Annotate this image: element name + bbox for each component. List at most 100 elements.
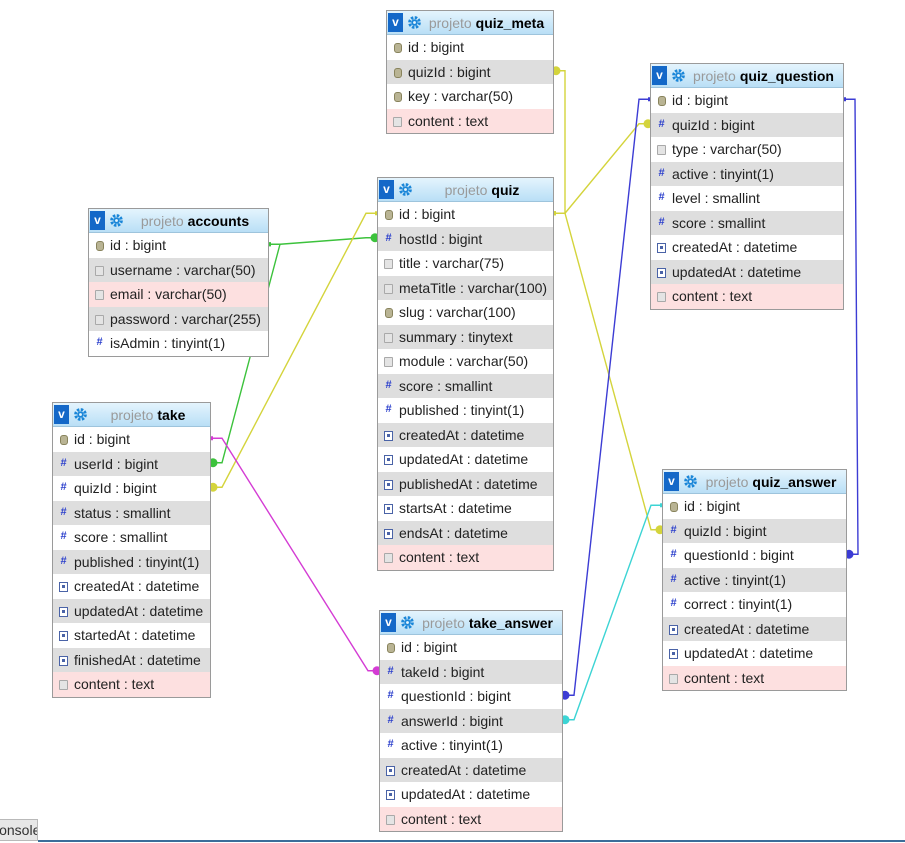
column-row[interactable]: metaTitle : varchar(100) — [378, 275, 553, 300]
column-row[interactable]: # quizId : bigint — [651, 112, 843, 137]
column-row[interactable]: type : varchar(50) — [651, 137, 843, 162]
column-row[interactable]: content : text — [663, 665, 846, 690]
toggle-columns-button[interactable]: v — [664, 472, 679, 491]
column-row[interactable]: # quizId : bigint — [53, 476, 210, 501]
table-name: quiz_answer — [752, 474, 837, 490]
column-row[interactable]: publishedAt : datetime — [378, 471, 553, 496]
column-row[interactable]: key : varchar(50) — [387, 84, 553, 109]
column-row[interactable]: id : bigint — [663, 494, 846, 519]
column-row[interactable]: title : varchar(75) — [378, 251, 553, 276]
string-icon — [384, 283, 393, 294]
table-quiz-meta[interactable]: v projeto quiz_meta id : bigint quizId : big… — [386, 10, 554, 134]
column-row[interactable]: # published : tinyint(1) — [378, 398, 553, 423]
column-row[interactable]: updatedAt : datetime — [378, 447, 553, 472]
column-row[interactable]: quizId : bigint — [387, 59, 553, 84]
column-row[interactable]: endsAt : datetime — [378, 520, 553, 545]
column-row[interactable]: createdAt : datetime — [651, 235, 843, 260]
column-row[interactable]: content : text — [387, 108, 553, 133]
table-header[interactable]: v projeto accounts — [89, 209, 268, 233]
table-header[interactable]: v projeto quiz — [378, 178, 553, 202]
gear-icon[interactable] — [407, 15, 422, 30]
column-row[interactable]: createdAt : datetime — [663, 616, 846, 641]
gear-icon[interactable] — [398, 182, 413, 197]
column-row[interactable]: id : bigint — [380, 635, 562, 660]
toggle-columns-button[interactable]: v — [90, 211, 105, 230]
column-row[interactable]: # hostId : bigint — [378, 226, 553, 251]
toggle-columns-button[interactable]: v — [379, 180, 394, 199]
column-row[interactable]: createdAt : datetime — [380, 757, 562, 782]
column-row[interactable]: password : varchar(255) — [89, 306, 268, 331]
column-row[interactable]: summary : tinytext — [378, 324, 553, 349]
column-row[interactable]: startsAt : datetime — [378, 496, 553, 521]
numeric-icon: # — [60, 530, 67, 542]
column-row[interactable]: content : text — [378, 545, 553, 570]
column-row[interactable]: # active : tinyint(1) — [651, 161, 843, 186]
column-row[interactable]: # level : smallint — [651, 186, 843, 211]
table-header[interactable]: v projeto take — [53, 403, 210, 427]
column-row[interactable]: # takeId : bigint — [380, 659, 562, 684]
column-row[interactable]: # score : smallint — [378, 373, 553, 398]
column-row[interactable]: slug : varchar(100) — [378, 300, 553, 325]
column-row[interactable]: # questionId : bigint — [663, 543, 846, 568]
column-row[interactable]: email : varchar(50) — [89, 282, 268, 307]
column-row[interactable]: updatedAt : datetime — [380, 782, 562, 807]
column-label: module : varchar(50) — [399, 353, 529, 369]
column-label: updatedAt : datetime — [672, 263, 802, 280]
column-row[interactable]: startedAt : datetime — [53, 623, 210, 648]
column-row[interactable]: # userId : bigint — [53, 451, 210, 476]
relation-line — [554, 70, 566, 214]
column-row[interactable]: content : text — [53, 672, 210, 697]
column-row[interactable]: content : text — [651, 284, 843, 309]
column-row[interactable]: # answerId : bigint — [380, 708, 562, 733]
column-row[interactable]: updatedAt : datetime — [663, 641, 846, 666]
column-row[interactable]: id : bigint — [378, 202, 553, 227]
column-row[interactable]: finishedAt : datetime — [53, 647, 210, 672]
string-icon — [95, 290, 104, 300]
toggle-columns-button[interactable]: v — [381, 613, 396, 632]
column-row[interactable]: id : bigint — [53, 427, 210, 452]
column-row[interactable]: # questionId : bigint — [380, 684, 562, 709]
column-row[interactable]: # quizId : bigint — [663, 518, 846, 543]
column-row[interactable]: # correct : tinyint(1) — [663, 592, 846, 617]
column-row[interactable]: # active : tinyint(1) — [663, 567, 846, 592]
column-row[interactable]: # active : tinyint(1) — [380, 733, 562, 758]
column-row[interactable]: # isAdmin : tinyint(1) — [89, 331, 268, 356]
table-quiz[interactable]: v projeto quiz id : bigint # hostId : bigint t… — [377, 177, 554, 571]
toggle-columns-button[interactable]: v — [388, 13, 403, 32]
gear-icon[interactable] — [671, 68, 686, 83]
table-quiz-answer[interactable]: v projeto quiz_answer id : bigint # quizId : … — [662, 469, 847, 691]
table-take-answer[interactable]: v projeto take_answer id : bigint # takeId : … — [379, 610, 563, 832]
column-row[interactable]: createdAt : datetime — [53, 574, 210, 599]
column-row[interactable]: id : bigint — [89, 233, 268, 258]
column-row[interactable]: # score : smallint — [651, 210, 843, 235]
column-row[interactable]: updatedAt : datetime — [53, 598, 210, 623]
column-row[interactable]: id : bigint — [387, 35, 553, 60]
table-accounts[interactable]: v projeto accounts id : bigint username : va… — [88, 208, 269, 357]
table-header[interactable]: v projeto take_answer — [380, 611, 562, 635]
table-header[interactable]: v projeto quiz_question — [651, 64, 843, 88]
gear-icon[interactable] — [109, 213, 124, 228]
column-row[interactable]: # published : tinyint(1) — [53, 549, 210, 574]
gear-icon[interactable] — [683, 474, 698, 489]
column-row[interactable]: updatedAt : datetime — [651, 259, 843, 284]
column-row[interactable]: # status : smallint — [53, 500, 210, 525]
column-row[interactable]: module : varchar(50) — [378, 349, 553, 374]
table-header[interactable]: v projeto quiz_answer — [663, 470, 846, 494]
column-row[interactable]: content : text — [380, 806, 562, 831]
gear-icon[interactable] — [400, 615, 415, 630]
toggle-columns-button[interactable]: v — [652, 66, 667, 85]
table-quiz-question[interactable]: v projeto quiz_question id : bigint # quizId … — [650, 63, 844, 310]
column-row[interactable]: # score : smallint — [53, 525, 210, 550]
column-row[interactable]: username : varchar(50) — [89, 257, 268, 282]
toggle-columns-button[interactable]: v — [54, 405, 69, 424]
column-label: createdAt : datetime — [74, 578, 200, 594]
datetime-icon — [384, 455, 393, 465]
gear-icon[interactable] — [73, 407, 88, 422]
table-take[interactable]: v projeto take id : bigint # userId : bigint #… — [52, 402, 211, 698]
designer-canvas[interactable]: v projeto quiz_meta id : bigint quizId : big… — [0, 0, 905, 843]
numeric-icon: # — [658, 215, 665, 228]
console-tab[interactable]: Console — [0, 819, 38, 841]
column-row[interactable]: createdAt : datetime — [378, 422, 553, 447]
column-row[interactable]: id : bigint — [651, 88, 843, 113]
table-header[interactable]: v projeto quiz_meta — [387, 11, 553, 35]
